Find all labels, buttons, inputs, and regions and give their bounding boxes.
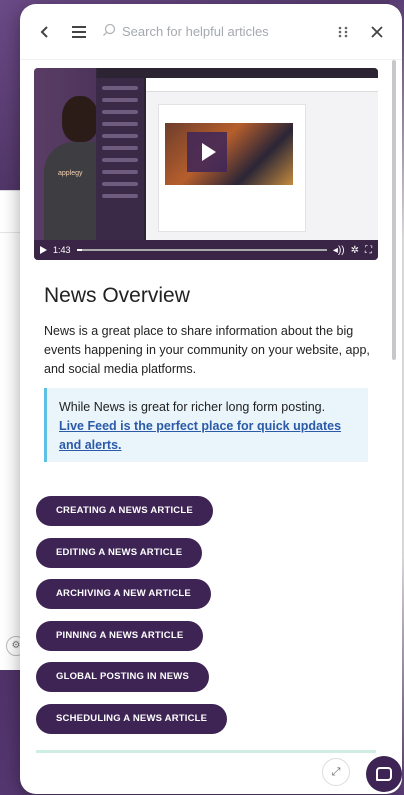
video-player[interactable]: applegy 1:43 ◂)) ✲ ⛶ <box>34 68 378 260</box>
article-description: News is a great place to share informati… <box>44 324 370 376</box>
section-divider <box>36 750 376 753</box>
shirt-logo: applegy <box>58 170 83 177</box>
video-frame: applegy <box>34 68 378 240</box>
search-icon <box>102 23 116 40</box>
topic-links: CREATING A NEWS ARTICLE EDITING A NEWS A… <box>36 496 228 745</box>
chat-icon <box>376 767 392 781</box>
callout-text: While News is great for richer long form… <box>59 400 326 414</box>
article-content: applegy 1:43 ◂)) ✲ ⛶ News Overview News … <box>20 60 402 794</box>
help-widget: applegy 1:43 ◂)) ✲ ⛶ <box>20 4 402 794</box>
topic-link-editing[interactable]: EDITING A NEWS ARTICLE <box>36 537 203 568</box>
drag-handle-icon[interactable] <box>332 21 354 43</box>
topic-link-creating[interactable]: CREATING A NEWS ARTICLE <box>36 496 213 526</box>
live-feed-link[interactable]: Live Feed is the perfect place for quick… <box>59 419 341 452</box>
app-sidebar-preview <box>96 78 144 240</box>
video-controls: 1:43 ◂)) ✲ ⛶ <box>34 240 378 260</box>
page-title: News Overview <box>44 284 190 307</box>
search-box[interactable] <box>102 23 320 40</box>
scrollbar[interactable] <box>392 60 396 360</box>
widget-header <box>20 4 402 60</box>
topic-link-scheduling[interactable]: SCHEDULING A NEWS ARTICLE <box>36 703 228 734</box>
play-button[interactable] <box>187 132 227 172</box>
settings-icon[interactable]: ✲ <box>351 245 359 256</box>
video-time: 1:43 <box>53 245 71 255</box>
hamburger-icon[interactable] <box>68 21 90 43</box>
close-icon[interactable] <box>366 21 388 43</box>
chevron-left-icon[interactable] <box>34 21 56 43</box>
app-main-preview <box>146 78 378 240</box>
play-icon[interactable] <box>40 246 47 254</box>
topic-link-archiving[interactable]: ARCHIVING A NEW ARTICLE <box>36 579 211 609</box>
topic-link-global-posting[interactable]: GLOBAL POSTING IN NEWS <box>36 662 210 692</box>
search-input[interactable] <box>122 24 320 39</box>
video-progress[interactable] <box>76 249 327 251</box>
fullscreen-icon[interactable]: ⛶ <box>365 245 372 256</box>
callout-box: While News is great for richer long form… <box>44 388 368 462</box>
volume-icon[interactable]: ◂)) <box>333 245 345 256</box>
chat-launcher-button[interactable] <box>366 756 402 792</box>
expand-icon[interactable]: ⤢ <box>322 758 350 786</box>
topic-link-pinning[interactable]: PINNING A NEWS ARTICLE <box>36 620 204 651</box>
